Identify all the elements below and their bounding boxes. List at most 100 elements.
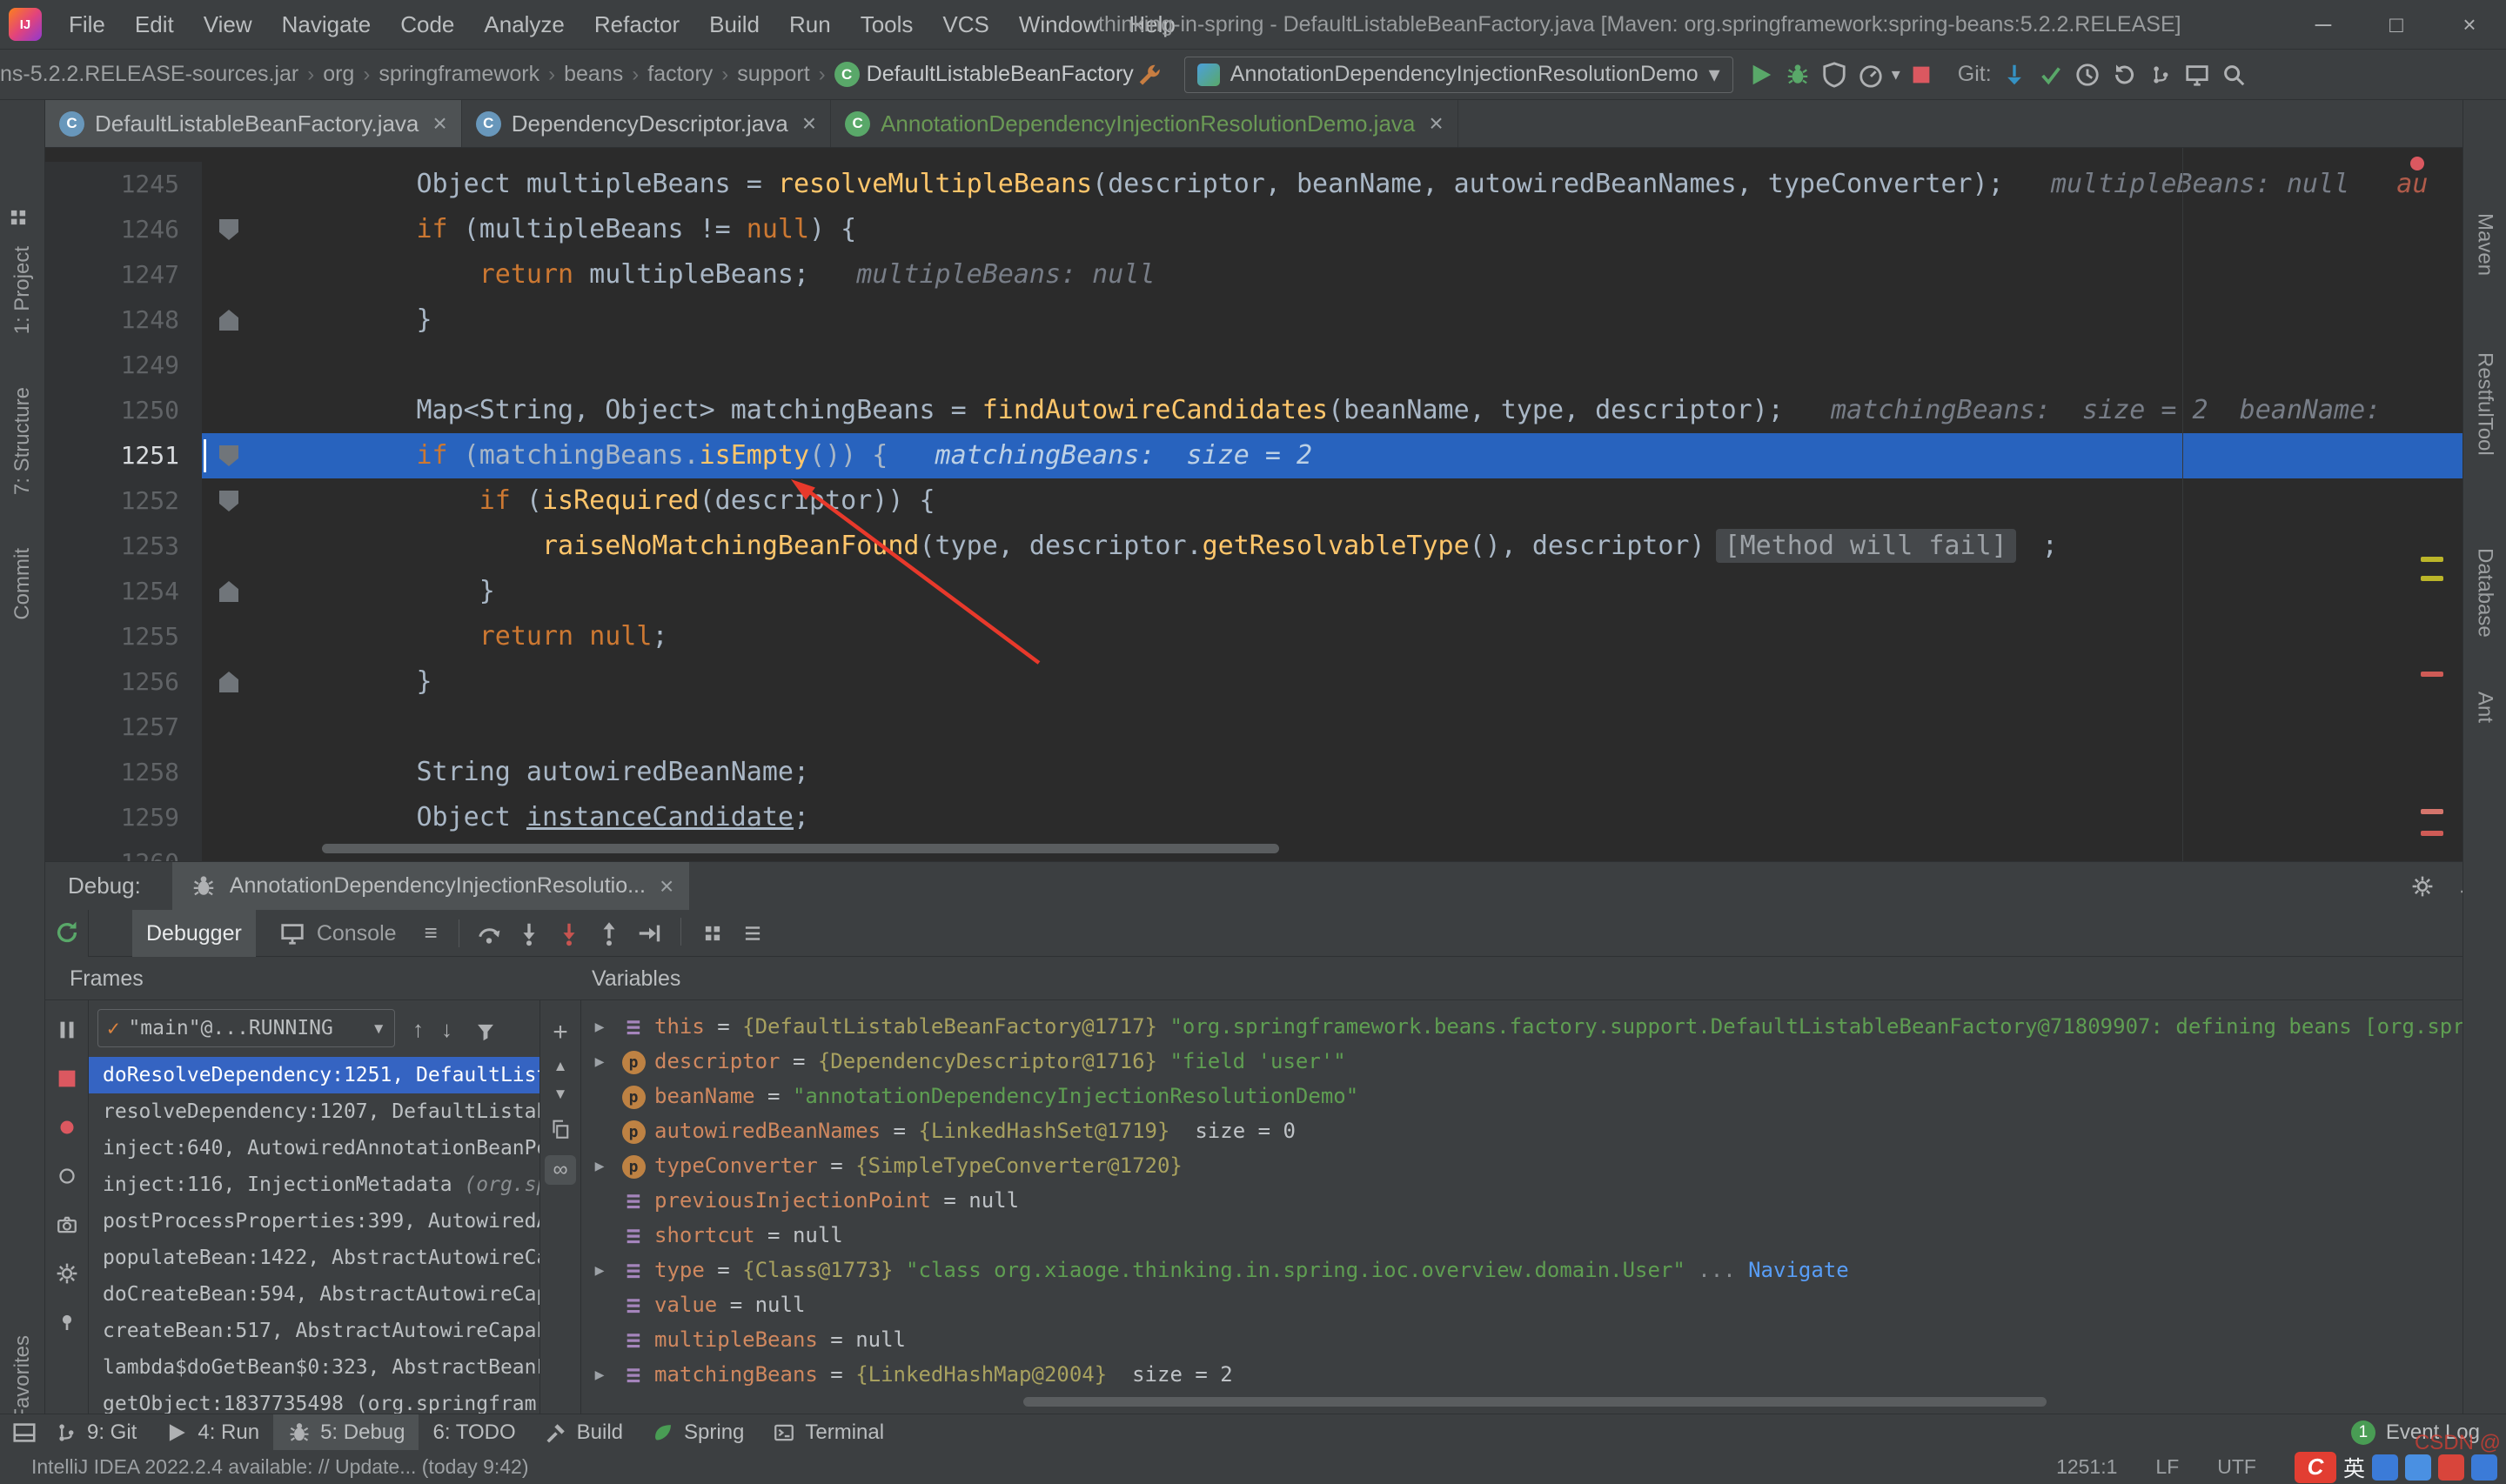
menu-code[interactable]: Code — [385, 0, 469, 50]
threads-view-button[interactable] — [737, 918, 768, 949]
code-line-1253[interactable]: 1253 raiseNoMatchingBeanFound(type, desc… — [45, 524, 2462, 569]
expand-arrow-icon[interactable]: ▶ — [581, 1261, 618, 1280]
scroll-up-icon[interactable]: ▲ — [553, 1058, 568, 1075]
variable-row[interactable]: p beanName = "annotationDependencyInjecti… — [581, 1079, 2462, 1113]
minimize-button[interactable]: ─ — [2287, 0, 2360, 49]
maximize-button[interactable]: □ — [2360, 0, 2433, 49]
gutter-bookmark-icon[interactable] — [219, 445, 238, 466]
stripe-restfultool[interactable]: RestfulTool — [2473, 352, 2497, 456]
code-line-1254[interactable]: 1254 } — [45, 569, 2462, 614]
line-number[interactable]: 1254 — [45, 569, 202, 614]
line-number[interactable]: 1256 — [45, 659, 202, 705]
close-icon[interactable]: × — [660, 872, 673, 900]
menu-analyze[interactable]: Analyze — [469, 0, 580, 50]
frame-row[interactable]: postProcessProperties:399, AutowiredAnn — [89, 1203, 539, 1240]
frame-row[interactable]: resolveDependency:1207, DefaultListable — [89, 1093, 539, 1130]
arrow-down-icon[interactable]: ↓ — [441, 1016, 452, 1047]
add-watch-icon[interactable]: + — [553, 1018, 568, 1047]
tab-console[interactable]: Console — [263, 910, 411, 957]
menu-edit[interactable]: Edit — [120, 0, 189, 50]
pause-button[interactable] — [51, 1014, 83, 1046]
expand-arrow-icon[interactable]: ▶ — [581, 1018, 618, 1036]
frame-row[interactable]: lambda$doGetBean$0:323, AbstractBeanF — [89, 1349, 539, 1386]
menu-view[interactable]: View — [189, 0, 267, 50]
gutter[interactable] — [202, 207, 263, 252]
variable-row[interactable]: ▶ ≡ type = {Class@1773} "class org.xiaoge.… — [581, 1253, 2462, 1287]
line-number[interactable]: 1257 — [45, 705, 202, 750]
line-number[interactable]: 1246 — [45, 207, 202, 252]
git-history-button[interactable] — [2072, 59, 2103, 90]
toolwindow-button-todo[interactable]: 6: TODO — [419, 1414, 529, 1450]
line-number[interactable]: 1259 — [45, 795, 202, 840]
toolwindow-preview-button[interactable] — [2181, 59, 2213, 90]
editor-tab[interactable]: C DependencyDescriptor.java × — [462, 100, 832, 147]
force-step-into-button[interactable] — [553, 918, 585, 949]
hamburger-icon[interactable]: ≡ — [425, 919, 438, 946]
code-line-1248[interactable]: 1248 } — [45, 297, 2462, 343]
variable-row[interactable]: ▶ p typeConverter = {SimpleTypeConverter@1… — [581, 1148, 2462, 1183]
debug-button[interactable] — [1782, 59, 1813, 90]
code-line-1247[interactable]: 1247 return multipleBeans; multipleBeans… — [45, 252, 2462, 297]
gutter[interactable] — [202, 433, 263, 478]
stripe-project[interactable]: 1: Project — [10, 246, 35, 334]
debug-session-tab[interactable]: AnnotationDependencyInjectionResolutio..… — [171, 861, 690, 911]
code-line-1257[interactable]: 1257 — [45, 705, 2462, 750]
toolwindow-button-git[interactable]: 9: Git — [40, 1414, 151, 1450]
run-button[interactable] — [1745, 59, 1777, 90]
view-breakpoints-button[interactable] — [697, 918, 728, 949]
stop-debug-button[interactable] — [51, 1063, 83, 1094]
stripe-commit[interactable]: Commit — [10, 548, 35, 620]
menu-refactor[interactable]: Refactor — [580, 0, 694, 50]
toolwindow-button-debug[interactable]: 5: Debug — [273, 1414, 419, 1450]
thread-select[interactable]: ✓ "main"@...RUNNING ▾ — [97, 1009, 395, 1047]
variable-row[interactable]: ▶ ≡ this = {DefaultListableBeanFactory@171… — [581, 1009, 2462, 1044]
code-line-1252[interactable]: 1252 if (isRequired(descriptor)) { — [45, 478, 2462, 524]
navigate-link[interactable]: Navigate — [1748, 1258, 1849, 1282]
code-line-1255[interactable]: 1255 return null; — [45, 614, 2462, 659]
menu-navigate[interactable]: Navigate — [267, 0, 386, 50]
stripe-mark[interactable] — [2421, 557, 2443, 562]
line-separator[interactable]: LF — [2155, 1455, 2179, 1479]
gutter-bookmark-icon[interactable] — [219, 491, 238, 511]
close-tab-icon[interactable]: × — [432, 110, 446, 137]
coverage-button[interactable] — [1819, 59, 1850, 90]
stripe-mark[interactable] — [2421, 672, 2443, 677]
breadcrumb-item[interactable]: support — [737, 62, 809, 87]
frame-row[interactable]: doCreateBean:594, AbstractAutowireCapa — [89, 1276, 539, 1313]
stripe-mark[interactable] — [2421, 809, 2443, 814]
code-line-1258[interactable]: 1258 String autowiredBeanName; — [45, 750, 2462, 795]
breadcrumb-item[interactable]: org — [323, 62, 354, 87]
code-line-1246[interactable]: 1246 if (multipleBeans != null) { — [45, 207, 2462, 252]
toolwindow-button-run[interactable]: 4: Run — [151, 1414, 273, 1450]
frame-row[interactable]: doResolveDependency:1251, DefaultListab — [89, 1057, 539, 1093]
variable-row[interactable]: ≡ shortcut = null — [581, 1218, 2462, 1253]
variable-row[interactable]: p autowiredBeanNames = {LinkedHashSet@171… — [581, 1113, 2462, 1148]
mute-breakpoints-button[interactable] — [51, 1160, 83, 1192]
scroll-down-icon[interactable]: ▼ — [553, 1086, 568, 1103]
toolwindow-button-terminal[interactable]: Terminal — [758, 1414, 898, 1450]
menu-run[interactable]: Run — [774, 0, 846, 50]
pin-icon[interactable] — [51, 1307, 83, 1338]
update-notification[interactable]: IntelliJ IDEA 2022.2.4 available: // Upd… — [31, 1455, 529, 1479]
menu-vcs[interactable]: VCS — [928, 0, 1003, 50]
close-button[interactable]: × — [2433, 0, 2506, 49]
variables-horizontal-scrollbar[interactable] — [1023, 1397, 2047, 1407]
line-number[interactable]: 1247 — [45, 252, 202, 297]
copy-icon[interactable] — [545, 1113, 576, 1145]
breadcrumb-class[interactable]: C DefaultListableBeanFactory — [834, 62, 1134, 87]
menu-file[interactable]: File — [54, 0, 120, 50]
expand-arrow-icon[interactable]: ▶ — [581, 1157, 618, 1175]
debug-settings-icon[interactable] — [51, 1258, 83, 1289]
step-over-button[interactable] — [473, 918, 505, 949]
code-line-1259[interactable]: 1259 Object instanceCandidate; — [45, 795, 2462, 840]
frame-row[interactable]: createBean:517, AbstractAutowireCapabl — [89, 1313, 539, 1349]
frame-row[interactable]: inject:116, InjectionMetadata (org.sprin… — [89, 1166, 539, 1203]
gutter[interactable] — [202, 478, 263, 524]
line-number[interactable]: 1255 — [45, 614, 202, 659]
toolwindow-toggle-icon[interactable] — [9, 1417, 40, 1448]
code-line-1245[interactable]: 1245 Object multipleBeans = resolveMulti… — [45, 162, 2462, 207]
line-number[interactable]: 1245 — [45, 162, 202, 207]
variable-row[interactable]: ≡ previousInjectionPoint = null — [581, 1183, 2462, 1218]
error-indicator[interactable] — [2410, 157, 2424, 170]
arrow-up-icon[interactable]: ↑ — [412, 1016, 424, 1047]
